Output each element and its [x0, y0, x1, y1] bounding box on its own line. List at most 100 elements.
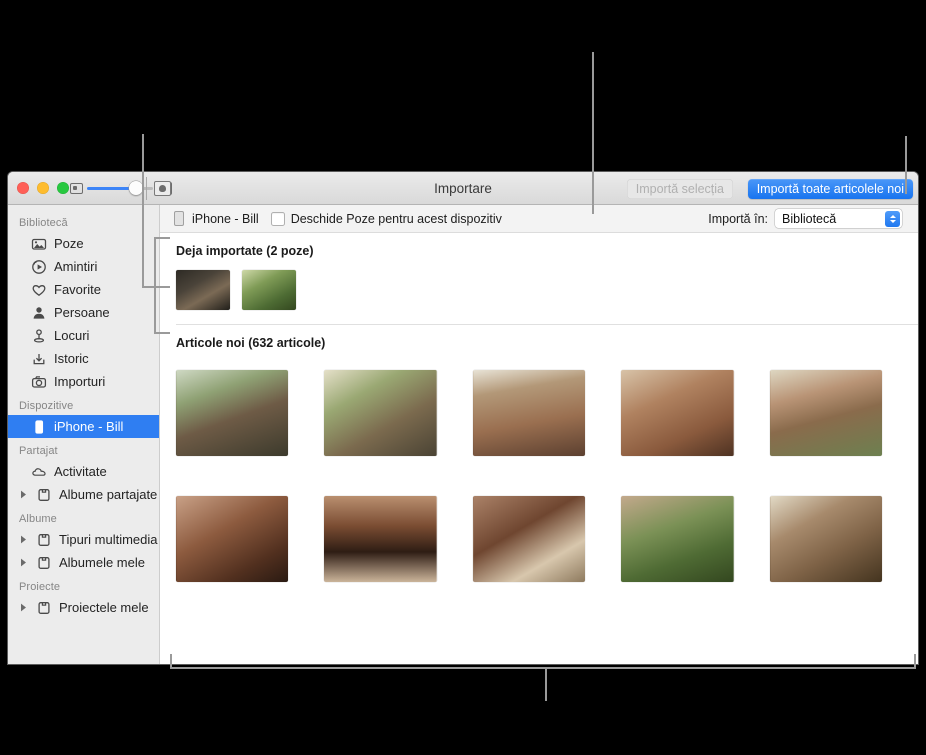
- photo-thumbnail[interactable]: [472, 496, 586, 582]
- content-area: iPhone - Bill Deschide Poze pentru acest…: [160, 205, 918, 664]
- photo-thumbnail[interactable]: [472, 370, 586, 456]
- maximize-button[interactable]: [57, 182, 69, 194]
- iphone-icon: [174, 211, 184, 226]
- open-photos-checkbox-label: Deschide Poze pentru acest dispozitiv: [290, 211, 502, 226]
- sidebar-item-iphone-bill[interactable]: iPhone - Bill: [8, 415, 159, 438]
- import-all-new-button[interactable]: Importă toate articolele noi: [747, 179, 913, 199]
- places-pin-icon: [30, 328, 47, 344]
- sidebar-item-label: Persoane: [54, 305, 110, 320]
- callout-line-sidebar-vertical: [142, 134, 144, 288]
- sidebar-item-label: Proiectele mele: [59, 600, 149, 615]
- new-items-title: Articole noi (632 articole): [176, 336, 326, 350]
- slider-track-filled: [87, 187, 135, 190]
- sidebar-item-label: Favorite: [54, 282, 101, 297]
- sidebar-item-label: Locuri: [54, 328, 90, 343]
- sidebar-item-favorite[interactable]: Favorite: [8, 278, 159, 301]
- disclosure-triangle-icon[interactable]: [19, 535, 28, 544]
- photo-thumbnail[interactable]: [769, 496, 883, 582]
- sidebar-item-persoane[interactable]: Persoane: [8, 301, 159, 324]
- open-photos-checkbox[interactable]: [270, 211, 285, 226]
- callout-line-import-all-button: [905, 136, 907, 194]
- recents-download-icon: [30, 351, 47, 367]
- sidebar-item-importuri[interactable]: Importuri: [8, 370, 159, 393]
- sidebar-item-tipuri-multimedia[interactable]: Tipuri multimedia: [8, 528, 159, 551]
- sidebar: Bibliotecă Poze Amintiri Favorite Persoane…: [8, 205, 160, 664]
- callout-bracket-bottom-left-tick: [170, 654, 172, 668]
- import-selection-button[interactable]: Importă selecția: [626, 179, 733, 199]
- sidebar-item-locuri[interactable]: Locuri: [8, 324, 159, 347]
- photo-grid-row: [160, 496, 918, 582]
- sidebar-item-amintiri[interactable]: Amintiri: [8, 255, 159, 278]
- sidebar-item-label: Albumele mele: [59, 555, 145, 570]
- sidebar-toggle-button[interactable]: [154, 181, 171, 196]
- import-to-value: Bibliotecă: [782, 211, 837, 226]
- chevron-updown-icon: [885, 210, 900, 227]
- sidebar-item-label: Importuri: [54, 374, 106, 389]
- callout-line-import-to-popup: [592, 52, 594, 214]
- sidebar-item-activitate[interactable]: Activitate: [8, 460, 159, 483]
- already-imported-title: Deja importate (2 poze): [176, 244, 314, 258]
- photo-thumbnail[interactable]: [324, 370, 437, 456]
- imports-camera-icon: [30, 374, 47, 390]
- memories-icon: [30, 259, 47, 275]
- sidebar-item-label: Poze: [54, 236, 84, 251]
- device-name-label: iPhone - Bill: [192, 211, 259, 226]
- disclosure-triangle-icon[interactable]: [19, 603, 28, 612]
- callout-bracket-left-bottom-tick: [154, 332, 170, 334]
- sidebar-item-proiectele-mele[interactable]: Proiectele mele: [8, 596, 159, 619]
- toolbar-separator: [146, 177, 147, 200]
- sidebar-item-istoric[interactable]: Istoric: [8, 347, 159, 370]
- sidebar-section-header-dispozitive: Dispozitive: [19, 400, 74, 412]
- imported-thumbnail[interactable]: [242, 270, 296, 310]
- callout-bracket-bottom-horizontal: [170, 667, 916, 669]
- window-titlebar: Importare Importă selecția Importă toate…: [8, 172, 918, 205]
- callout-bracket-bottom-right-tick: [914, 654, 916, 668]
- small-thumbnail-icon: [70, 182, 83, 194]
- person-icon: [30, 305, 47, 321]
- disclosure-triangle-icon[interactable]: [19, 490, 28, 499]
- import-to-select[interactable]: Bibliotecă: [775, 209, 902, 228]
- iphone-icon: [30, 419, 47, 435]
- imported-thumbnail[interactable]: [176, 270, 230, 310]
- photo-thumbnail[interactable]: [769, 370, 883, 456]
- heart-icon: [30, 282, 47, 298]
- callout-line-bottom-stem: [545, 667, 547, 701]
- sidebar-item-label: Amintiri: [54, 259, 98, 274]
- sidebar-item-label: iPhone - Bill: [54, 419, 124, 434]
- already-imported-thumbnails: [160, 258, 918, 324]
- photo-thumbnail[interactable]: [176, 370, 289, 456]
- sidebar-item-label: Istoric: [54, 351, 89, 366]
- photo-thumbnail[interactable]: [176, 496, 289, 582]
- album-icon: [35, 555, 52, 571]
- sidebar-section-header-proiecte: Proiecte: [19, 581, 61, 593]
- disclosure-triangle-icon[interactable]: [19, 558, 28, 567]
- minimize-button[interactable]: [37, 182, 49, 194]
- photos-import-window: Importare Importă selecția Importă toate…: [8, 172, 918, 664]
- callout-line-sidebar-horizontal: [142, 286, 170, 288]
- photo-grid-row: [160, 370, 918, 456]
- sidebar-item-label: Activitate: [54, 464, 107, 479]
- sidebar-section-header-partajat: Partajat: [19, 445, 58, 457]
- callout-bracket-left-vertical: [154, 237, 156, 334]
- new-items-grid: [160, 350, 918, 582]
- sidebar-section-header-bibliotec: Bibliotecă: [19, 217, 68, 229]
- album-icon: [35, 600, 52, 616]
- sidebar-item-albume-partajate[interactable]: Albume partajate: [8, 483, 159, 506]
- photos-icon: [30, 236, 47, 252]
- cloud-icon: [30, 464, 47, 480]
- photo-thumbnail[interactable]: [621, 496, 734, 582]
- sidebar-section-header-albume: Albume: [19, 513, 57, 525]
- photo-thumbnail[interactable]: [621, 370, 734, 456]
- close-button[interactable]: [17, 182, 29, 194]
- device-toolbar: iPhone - Bill Deschide Poze pentru acest…: [160, 205, 918, 233]
- sidebar-item-poze[interactable]: Poze: [8, 232, 159, 255]
- photo-thumbnail[interactable]: [324, 496, 437, 582]
- album-icon: [35, 532, 52, 548]
- album-icon: [35, 487, 52, 503]
- callout-bracket-left-top-tick: [154, 237, 170, 239]
- sidebar-item-albumele-mele[interactable]: Albumele mele: [8, 551, 159, 574]
- sidebar-item-label: Tipuri multimedia: [59, 532, 158, 547]
- sidebar-item-label: Albume partajate: [59, 487, 158, 502]
- slider-knob[interactable]: [129, 181, 143, 195]
- window-controls: [17, 182, 69, 194]
